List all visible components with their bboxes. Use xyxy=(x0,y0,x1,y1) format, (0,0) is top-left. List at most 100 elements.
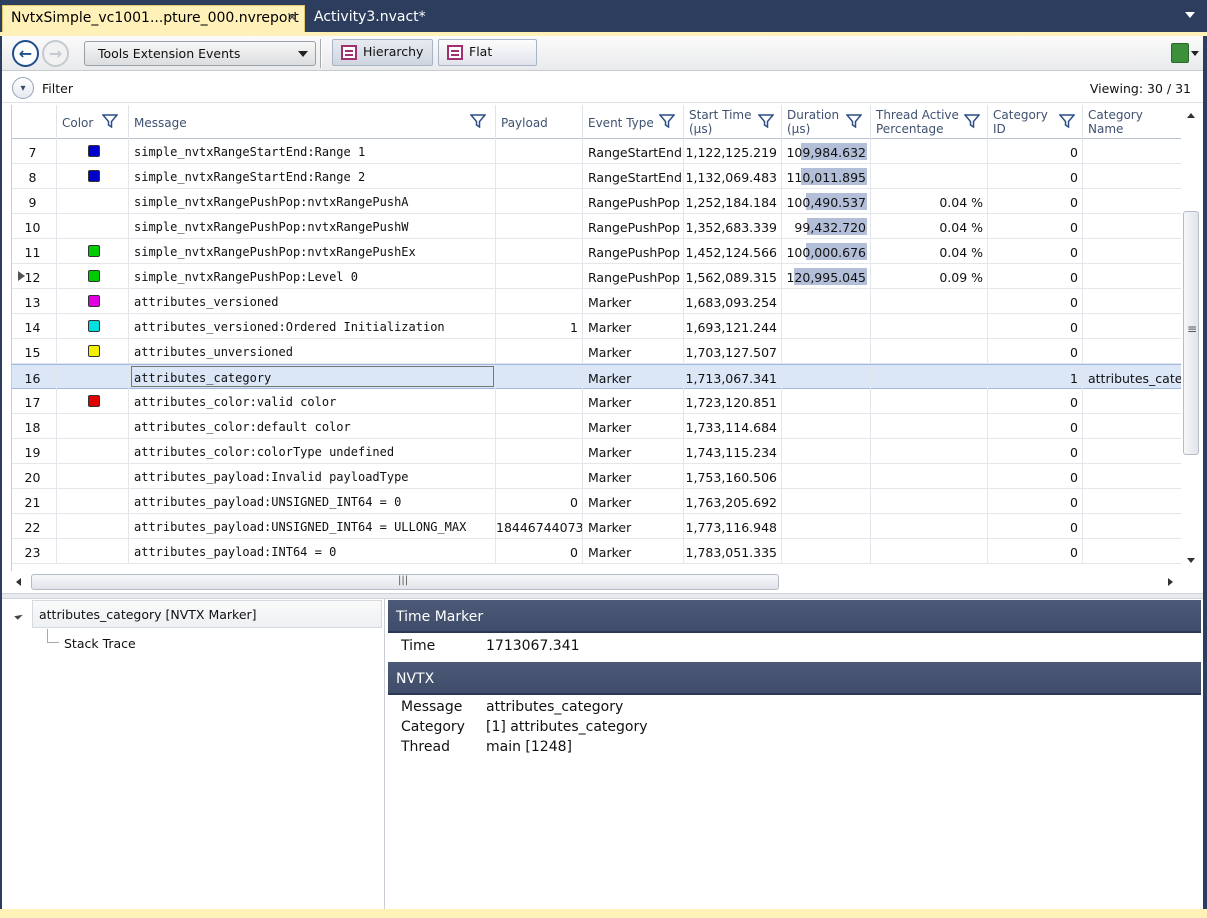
category-name-cell xyxy=(1083,539,1181,564)
filter-label[interactable]: Filter xyxy=(42,81,73,96)
color-cell xyxy=(57,414,129,439)
row-number-value: 22 xyxy=(24,520,41,535)
thread-active-cell xyxy=(871,539,988,564)
duration-cell xyxy=(782,289,871,314)
row-number-value: 23 xyxy=(24,545,41,560)
table-row[interactable]: 16 attributes_category Marker 1,713,067.341… xyxy=(12,364,1181,390)
tab-dropdown-icon[interactable] xyxy=(1185,12,1195,18)
filter-funnel-icon[interactable] xyxy=(659,113,675,129)
vertical-scroll-thumb[interactable] xyxy=(1183,211,1199,455)
color-cell xyxy=(57,214,129,239)
thread-value: main [1248] xyxy=(486,739,572,755)
table-row[interactable]: 12 simple_nvtxRangePushPop:Level 0 RangePu… xyxy=(12,264,1181,289)
color-swatch xyxy=(88,395,100,407)
category-id-cell: 1 xyxy=(988,365,1083,390)
scroll-down-arrow-icon[interactable] xyxy=(1187,558,1195,563)
category-id-cell: 0 xyxy=(988,189,1083,214)
table-row[interactable]: 8 simple_nvtxRangeStartEnd:Range 2 RangeSt… xyxy=(12,164,1181,189)
horizontal-scroll-thumb[interactable] xyxy=(31,574,779,590)
nvtx-section-header: NVTX xyxy=(388,662,1201,695)
col-header-duration[interactable]: Duration (µs) xyxy=(782,105,871,139)
export-excel-icon[interactable] xyxy=(1171,43,1189,63)
back-arrow-icon[interactable]: ← xyxy=(12,40,39,67)
duration-cell xyxy=(782,389,871,414)
payload-cell xyxy=(496,439,583,464)
start-time-cell: 1,723,120.851 xyxy=(684,389,782,414)
tab-activity[interactable]: Activity3.nvact* xyxy=(306,5,434,32)
table-row[interactable]: 20 attributes_payload:Invalid payloadType… xyxy=(12,464,1181,489)
table-row[interactable]: 17 attributes_color:valid color Marker 1,72… xyxy=(12,389,1181,414)
table-row[interactable]: 21 attributes_payload:UNSIGNED_INT64 = 00… xyxy=(12,489,1181,514)
table-row[interactable]: 23 attributes_payload:INT64 = 0 0 Marker 1,7… xyxy=(12,539,1181,564)
grid-horizontal-scrollbar[interactable] xyxy=(11,573,1181,591)
col-header-thread-active[interactable]: Thread Active Percentage xyxy=(871,105,988,139)
col-header-color-label: Color xyxy=(62,116,94,130)
color-cell xyxy=(57,139,129,164)
col-header-payload[interactable]: Payload xyxy=(496,105,583,139)
category-name-cell xyxy=(1083,189,1181,214)
close-icon[interactable]: ✕ xyxy=(286,10,298,26)
start-time-cell: 1,683,093.254 xyxy=(684,289,782,314)
thread-active-cell xyxy=(871,365,988,390)
filter-funnel-icon[interactable] xyxy=(964,113,980,129)
table-row[interactable]: 18 attributes_color:default color Marker 1,… xyxy=(12,414,1181,439)
col-header-category-name[interactable]: Category Name xyxy=(1083,105,1181,139)
color-cell xyxy=(57,365,129,390)
message-cell: attributes_payload:UNSIGNED_INT64 = ULLO… xyxy=(129,514,496,539)
start-time-cell: 1,783,051.335 xyxy=(684,539,782,564)
table-row[interactable]: 11 simple_nvtxRangePushPop:nvtxRangePushE… xyxy=(12,239,1181,264)
message-cell: simple_nvtxRangePushPop:nvtxRangePushA xyxy=(129,189,496,214)
filter-funnel-icon[interactable] xyxy=(470,113,486,129)
grid-vertical-scrollbar[interactable] xyxy=(1182,105,1200,571)
table-row[interactable]: 13 attributes_versioned Marker 1,683,093.25… xyxy=(12,289,1181,314)
status-bar xyxy=(0,909,1207,918)
tree-root-node[interactable]: attributes_category [NVTX Marker] xyxy=(32,600,382,628)
payload-cell xyxy=(496,289,583,314)
hierarchy-button[interactable]: Hierarchy xyxy=(332,39,433,66)
duration-cell xyxy=(782,539,871,564)
filter-expand-chevron-icon[interactable]: ▾ xyxy=(12,77,34,99)
col-header-start-time[interactable]: Start Time (µs) xyxy=(684,105,782,139)
table-row[interactable]: 22 attributes_payload:UNSIGNED_INT64 = UL… xyxy=(12,514,1181,539)
col-header-category-id[interactable]: Category ID xyxy=(988,105,1083,139)
col-header-color[interactable]: Color xyxy=(57,105,129,139)
filter-funnel-icon[interactable] xyxy=(846,113,862,129)
row-number: 8 xyxy=(12,164,57,189)
col-header-message[interactable]: Message xyxy=(129,105,496,139)
category-id-cell: 0 xyxy=(988,239,1083,264)
scroll-right-arrow-icon[interactable] xyxy=(1168,578,1173,586)
table-row[interactable]: 19 attributes_color:colorType undefined Ma… xyxy=(12,439,1181,464)
table-row[interactable]: 15 attributes_unversioned Marker 1,703,127.… xyxy=(12,339,1181,364)
table-row[interactable]: 10 simple_nvtxRangePushPop:nvtxRangePushW… xyxy=(12,214,1181,239)
tree-node-stack-trace[interactable]: Stack Trace xyxy=(64,636,136,651)
scroll-left-arrow-icon[interactable] xyxy=(16,578,21,586)
table-row[interactable]: 7 simple_nvtxRangeStartEnd:Range 1 RangeSt… xyxy=(12,139,1181,164)
tree-collapse-triangle-icon[interactable] xyxy=(14,611,23,620)
scroll-up-arrow-icon[interactable] xyxy=(1187,113,1195,118)
event-type-combo[interactable]: Tools Extension Events xyxy=(84,41,316,66)
tab-nvreport[interactable]: NvtxSimple_vc1001...pture_000.nvreport ✕ xyxy=(2,5,305,32)
row-number-value: 16 xyxy=(24,371,41,386)
col-header-row-number[interactable] xyxy=(12,105,57,139)
start-time-cell: 1,122,125.219 xyxy=(684,139,782,164)
export-dropdown-icon[interactable] xyxy=(1191,51,1199,56)
filter-funnel-icon[interactable] xyxy=(102,113,118,129)
flat-button[interactable]: Flat xyxy=(438,39,537,66)
category-name-cell xyxy=(1083,264,1181,289)
duration-cell xyxy=(782,414,871,439)
category-id-cell: 0 xyxy=(988,489,1083,514)
category-name-cell xyxy=(1083,439,1181,464)
color-cell xyxy=(57,439,129,464)
col-header-event-type[interactable]: Event Type xyxy=(583,105,684,139)
table-row[interactable]: 14 attributes_versioned:Ordered Initializ… xyxy=(12,314,1181,339)
thread-active-cell: 0.09 % xyxy=(871,264,988,289)
category-value: [1] attributes_category xyxy=(486,719,648,735)
expand-triangle-icon[interactable] xyxy=(18,271,25,281)
payload-cell: 1 xyxy=(496,314,583,339)
color-swatch xyxy=(88,270,100,282)
filter-funnel-icon[interactable] xyxy=(1059,113,1075,129)
table-row[interactable]: 9 simple_nvtxRangePushPop:nvtxRangePushA R… xyxy=(12,189,1181,214)
forward-arrow-icon[interactable]: → xyxy=(42,40,69,67)
color-swatch xyxy=(88,170,100,182)
filter-funnel-icon[interactable] xyxy=(758,113,774,129)
